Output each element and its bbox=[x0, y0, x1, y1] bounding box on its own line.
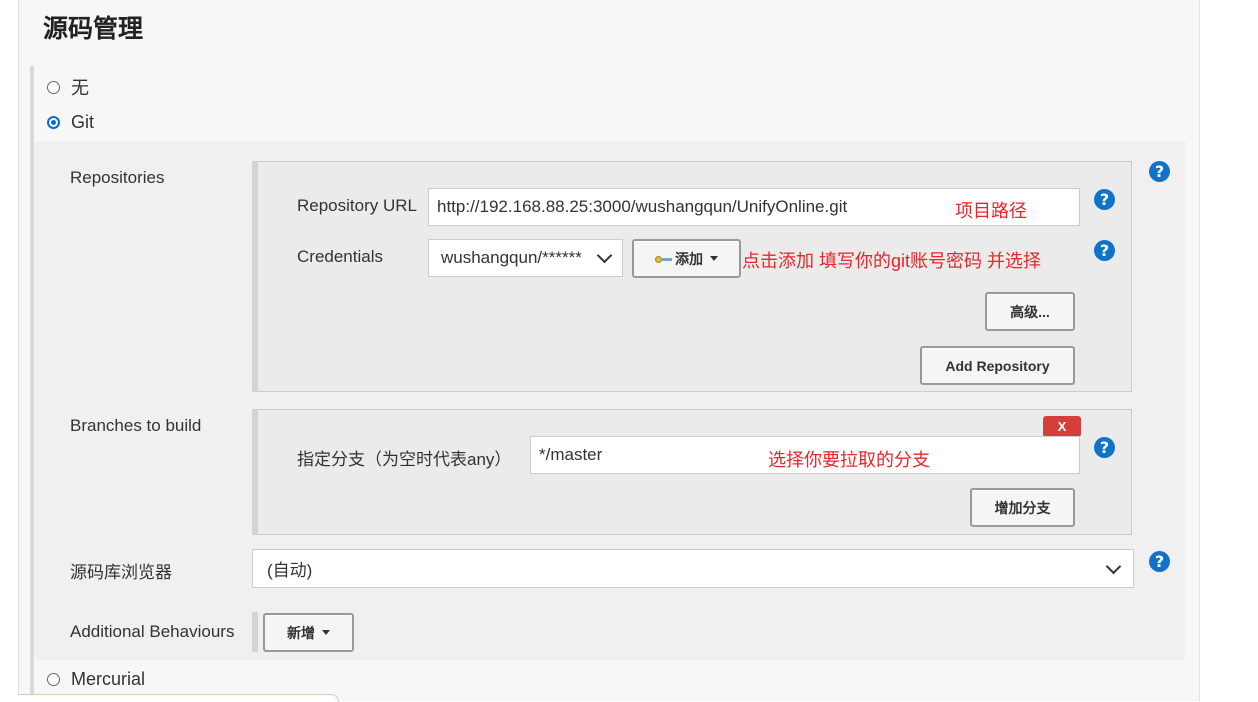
caret-down-icon bbox=[322, 630, 330, 635]
browser-label: 源码库浏览器 bbox=[70, 563, 172, 582]
behaviours-add-label: 新增 bbox=[287, 624, 315, 641]
section-title: 源码管理 bbox=[43, 15, 144, 43]
browser-help-icon[interactable]: ? bbox=[1149, 551, 1170, 572]
chevron-down-icon bbox=[596, 247, 613, 264]
scm-option-git[interactable]: Git bbox=[47, 112, 94, 133]
caret-down-icon bbox=[710, 256, 718, 261]
chevron-down-icon bbox=[1105, 558, 1122, 574]
behaviours-label: Additional Behaviours bbox=[70, 622, 235, 641]
repository-url-note: 项目路径 bbox=[955, 201, 1027, 221]
advanced-button[interactable]: 高级... bbox=[985, 292, 1075, 331]
delete-branch-button[interactable]: X bbox=[1043, 416, 1081, 437]
repositories-help-icon[interactable]: ? bbox=[1149, 161, 1170, 182]
radio-git[interactable] bbox=[47, 116, 60, 129]
radio-none[interactable] bbox=[47, 80, 60, 94]
scm-option-mercurial[interactable]: Mercurial bbox=[47, 669, 145, 690]
repository-url-help-icon[interactable]: ? bbox=[1094, 189, 1115, 210]
radio-none-label: 无 bbox=[71, 78, 89, 98]
behaviours-bar bbox=[252, 612, 258, 652]
add-branch-button[interactable]: 增加分支 bbox=[970, 488, 1075, 527]
branch-spec-help-icon[interactable]: ? bbox=[1094, 437, 1115, 458]
radio-git-label: Git bbox=[71, 112, 95, 132]
browser-select[interactable]: (自动) bbox=[252, 549, 1134, 588]
repositories-label: Repositories bbox=[70, 168, 165, 187]
repository-url-label: Repository URL bbox=[297, 196, 417, 215]
browser-select-value: (自动) bbox=[267, 561, 313, 580]
behaviours-add-button[interactable]: 新增 bbox=[263, 613, 354, 652]
credentials-add-button[interactable]: 添加 bbox=[632, 239, 741, 278]
credentials-label: Credentials bbox=[297, 247, 383, 266]
key-icon bbox=[655, 254, 673, 264]
branches-label: Branches to build bbox=[70, 416, 202, 435]
branch-spec-label: 指定分支（为空时代表any） bbox=[297, 450, 512, 469]
credentials-select[interactable]: wushangqun/****** bbox=[428, 239, 623, 277]
credentials-help-icon[interactable]: ? bbox=[1094, 240, 1115, 261]
branch-spec-note: 选择你要拉取的分支 bbox=[768, 450, 930, 470]
radio-mercurial-label: Mercurial bbox=[71, 669, 146, 689]
credentials-add-label: 添加 bbox=[675, 250, 703, 267]
scm-option-none[interactable]: 无 bbox=[47, 74, 89, 100]
credentials-note: 点击添加 填写你的git账号密码 并选择 bbox=[742, 251, 1042, 271]
radio-mercurial[interactable] bbox=[47, 673, 60, 686]
credentials-select-value: wushangqun/****** bbox=[441, 248, 582, 267]
scm-left-bar bbox=[30, 66, 34, 701]
add-repository-button[interactable]: Add Repository bbox=[920, 346, 1075, 385]
